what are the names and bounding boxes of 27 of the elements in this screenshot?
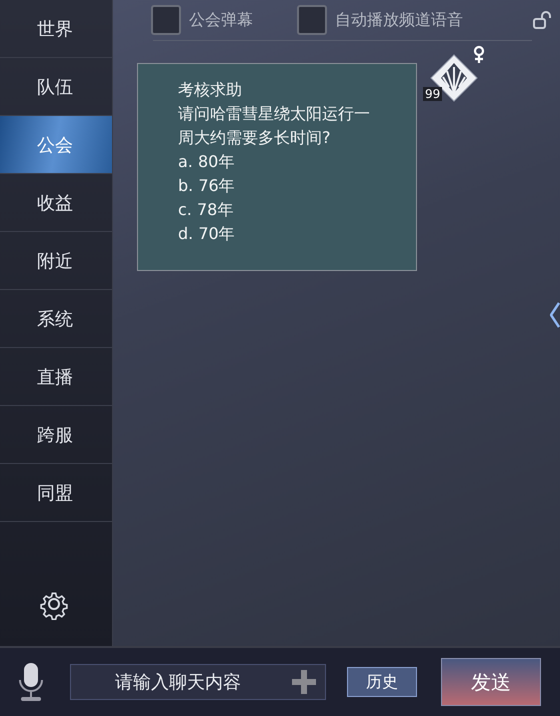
channel-tab[interactable]: 直播 [0, 348, 112, 406]
message-line: c. 78年 [178, 199, 234, 221]
channel-tab[interactable]: 系统 [0, 290, 112, 348]
message-line: d. 70年 [178, 223, 236, 245]
channel-tab[interactable]: 世界 [0, 0, 112, 58]
checkbox[interactable] [297, 5, 327, 35]
channel-tab[interactable]: 公会 [0, 116, 112, 174]
channel-tab[interactable]: 同盟 [0, 464, 112, 522]
microphone-icon[interactable] [18, 662, 44, 702]
message-line: b. 76年 [178, 175, 236, 197]
message-line: 考核求助 [178, 79, 243, 101]
message-line: 请问哈雷彗星绕太阳运行一 [178, 103, 371, 125]
channel-tab[interactable]: 跨服 [0, 406, 112, 464]
plus-icon[interactable] [292, 670, 316, 694]
unlocked-padlock-icon[interactable] [532, 10, 552, 30]
channel-tab[interactable]: 收益 [0, 174, 112, 232]
message-line: a. 80年 [178, 151, 236, 173]
checkbox-label: 自动播放频道语音 [335, 10, 463, 30]
chat-input-field[interactable]: 请输入聊天内容 [70, 664, 326, 700]
history-button[interactable]: 历史 [347, 667, 417, 697]
level-badge: 99 [423, 87, 442, 101]
checkbox-label: 公会弹幕 [189, 10, 253, 30]
channel-tab[interactable]: 附近 [0, 232, 112, 290]
female-symbol-icon [473, 45, 485, 63]
message-line: 周大约需要多长时间? [178, 127, 332, 149]
send-button[interactable]: 发送 [441, 658, 541, 706]
checkbox[interactable] [151, 5, 181, 35]
